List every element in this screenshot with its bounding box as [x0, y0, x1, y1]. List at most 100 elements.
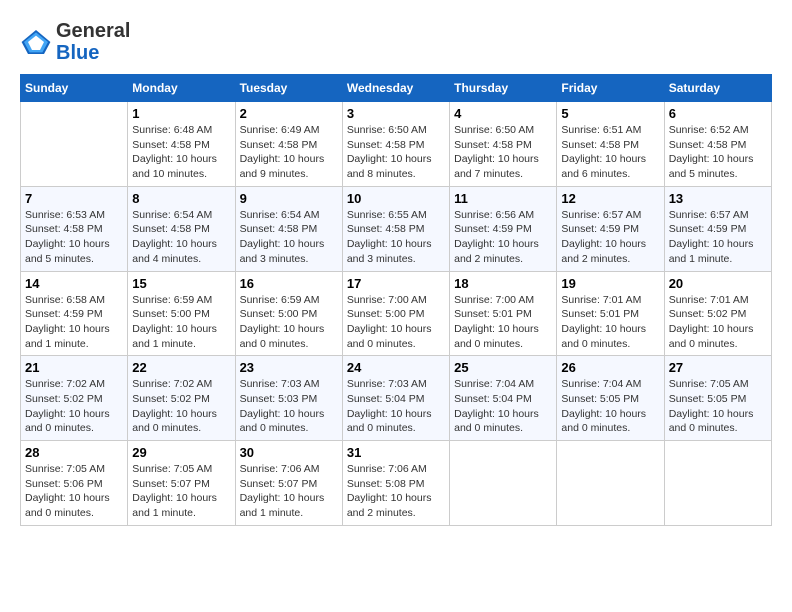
day-number: 18: [454, 276, 552, 291]
day-header-monday: Monday: [128, 75, 235, 102]
calendar-cell: 21 Sunrise: 7:02 AM Sunset: 5:02 PM Dayl…: [21, 356, 128, 441]
calendar-cell: 11 Sunrise: 6:56 AM Sunset: 4:59 PM Dayl…: [450, 186, 557, 271]
day-number: 20: [669, 276, 767, 291]
day-header-friday: Friday: [557, 75, 664, 102]
day-info: Sunrise: 6:57 AM Sunset: 4:59 PM Dayligh…: [669, 208, 767, 267]
calendar-cell: 19 Sunrise: 7:01 AM Sunset: 5:01 PM Dayl…: [557, 271, 664, 356]
day-info: Sunrise: 7:06 AM Sunset: 5:08 PM Dayligh…: [347, 462, 445, 521]
day-number: 31: [347, 445, 445, 460]
calendar-week-4: 21 Sunrise: 7:02 AM Sunset: 5:02 PM Dayl…: [21, 356, 772, 441]
day-info: Sunrise: 6:48 AM Sunset: 4:58 PM Dayligh…: [132, 123, 230, 182]
calendar-cell: 6 Sunrise: 6:52 AM Sunset: 4:58 PM Dayli…: [664, 102, 771, 187]
day-number: 22: [132, 360, 230, 375]
calendar-cell: 1 Sunrise: 6:48 AM Sunset: 4:58 PM Dayli…: [128, 102, 235, 187]
day-number: 1: [132, 106, 230, 121]
day-number: 9: [240, 191, 338, 206]
day-info: Sunrise: 7:01 AM Sunset: 5:02 PM Dayligh…: [669, 293, 767, 352]
calendar-week-1: 1 Sunrise: 6:48 AM Sunset: 4:58 PM Dayli…: [21, 102, 772, 187]
day-info: Sunrise: 7:06 AM Sunset: 5:07 PM Dayligh…: [240, 462, 338, 521]
day-number: 14: [25, 276, 123, 291]
day-number: 26: [561, 360, 659, 375]
calendar-cell: 18 Sunrise: 7:00 AM Sunset: 5:01 PM Dayl…: [450, 271, 557, 356]
day-number: 28: [25, 445, 123, 460]
calendar-cell: 13 Sunrise: 6:57 AM Sunset: 4:59 PM Dayl…: [664, 186, 771, 271]
day-number: 13: [669, 191, 767, 206]
logo-text: General Blue: [56, 20, 130, 64]
calendar-cell: 9 Sunrise: 6:54 AM Sunset: 4:58 PM Dayli…: [235, 186, 342, 271]
day-info: Sunrise: 7:02 AM Sunset: 5:02 PM Dayligh…: [132, 377, 230, 436]
day-number: 15: [132, 276, 230, 291]
day-info: Sunrise: 7:05 AM Sunset: 5:06 PM Dayligh…: [25, 462, 123, 521]
calendar-cell: [664, 441, 771, 526]
calendar-cell: 17 Sunrise: 7:00 AM Sunset: 5:00 PM Dayl…: [342, 271, 449, 356]
calendar-cell: 2 Sunrise: 6:49 AM Sunset: 4:58 PM Dayli…: [235, 102, 342, 187]
calendar-cell: 30 Sunrise: 7:06 AM Sunset: 5:07 PM Dayl…: [235, 441, 342, 526]
day-info: Sunrise: 7:04 AM Sunset: 5:05 PM Dayligh…: [561, 377, 659, 436]
day-number: 25: [454, 360, 552, 375]
calendar-cell: 31 Sunrise: 7:06 AM Sunset: 5:08 PM Dayl…: [342, 441, 449, 526]
day-number: 10: [347, 191, 445, 206]
calendar-cell: [450, 441, 557, 526]
calendar-cell: 28 Sunrise: 7:05 AM Sunset: 5:06 PM Dayl…: [21, 441, 128, 526]
logo: General Blue: [20, 20, 130, 64]
day-info: Sunrise: 6:54 AM Sunset: 4:58 PM Dayligh…: [240, 208, 338, 267]
day-info: Sunrise: 6:59 AM Sunset: 5:00 PM Dayligh…: [132, 293, 230, 352]
calendar-cell: 12 Sunrise: 6:57 AM Sunset: 4:59 PM Dayl…: [557, 186, 664, 271]
calendar-week-3: 14 Sunrise: 6:58 AM Sunset: 4:59 PM Dayl…: [21, 271, 772, 356]
calendar-header-row: SundayMondayTuesdayWednesdayThursdayFrid…: [21, 75, 772, 102]
day-info: Sunrise: 7:00 AM Sunset: 5:01 PM Dayligh…: [454, 293, 552, 352]
day-number: 3: [347, 106, 445, 121]
calendar-cell: 7 Sunrise: 6:53 AM Sunset: 4:58 PM Dayli…: [21, 186, 128, 271]
day-number: 8: [132, 191, 230, 206]
logo-icon: [20, 26, 52, 58]
day-number: 23: [240, 360, 338, 375]
day-info: Sunrise: 7:05 AM Sunset: 5:05 PM Dayligh…: [669, 377, 767, 436]
calendar-cell: 8 Sunrise: 6:54 AM Sunset: 4:58 PM Dayli…: [128, 186, 235, 271]
day-info: Sunrise: 7:01 AM Sunset: 5:01 PM Dayligh…: [561, 293, 659, 352]
day-number: 27: [669, 360, 767, 375]
calendar-cell: 3 Sunrise: 6:50 AM Sunset: 4:58 PM Dayli…: [342, 102, 449, 187]
calendar-week-5: 28 Sunrise: 7:05 AM Sunset: 5:06 PM Dayl…: [21, 441, 772, 526]
calendar-cell: 20 Sunrise: 7:01 AM Sunset: 5:02 PM Dayl…: [664, 271, 771, 356]
calendar-cell: 14 Sunrise: 6:58 AM Sunset: 4:59 PM Dayl…: [21, 271, 128, 356]
calendar-cell: 15 Sunrise: 6:59 AM Sunset: 5:00 PM Dayl…: [128, 271, 235, 356]
calendar-cell: [557, 441, 664, 526]
day-info: Sunrise: 6:51 AM Sunset: 4:58 PM Dayligh…: [561, 123, 659, 182]
day-number: 17: [347, 276, 445, 291]
calendar-week-2: 7 Sunrise: 6:53 AM Sunset: 4:58 PM Dayli…: [21, 186, 772, 271]
calendar-table: SundayMondayTuesdayWednesdayThursdayFrid…: [20, 74, 772, 526]
day-info: Sunrise: 7:00 AM Sunset: 5:00 PM Dayligh…: [347, 293, 445, 352]
day-number: 11: [454, 191, 552, 206]
day-header-tuesday: Tuesday: [235, 75, 342, 102]
calendar-cell: 10 Sunrise: 6:55 AM Sunset: 4:58 PM Dayl…: [342, 186, 449, 271]
day-number: 16: [240, 276, 338, 291]
calendar-cell: 27 Sunrise: 7:05 AM Sunset: 5:05 PM Dayl…: [664, 356, 771, 441]
day-number: 24: [347, 360, 445, 375]
day-info: Sunrise: 6:50 AM Sunset: 4:58 PM Dayligh…: [454, 123, 552, 182]
day-number: 21: [25, 360, 123, 375]
calendar-cell: 22 Sunrise: 7:02 AM Sunset: 5:02 PM Dayl…: [128, 356, 235, 441]
day-header-saturday: Saturday: [664, 75, 771, 102]
day-info: Sunrise: 6:49 AM Sunset: 4:58 PM Dayligh…: [240, 123, 338, 182]
day-info: Sunrise: 7:03 AM Sunset: 5:03 PM Dayligh…: [240, 377, 338, 436]
calendar-cell: 23 Sunrise: 7:03 AM Sunset: 5:03 PM Dayl…: [235, 356, 342, 441]
day-info: Sunrise: 6:53 AM Sunset: 4:58 PM Dayligh…: [25, 208, 123, 267]
day-number: 4: [454, 106, 552, 121]
day-info: Sunrise: 6:59 AM Sunset: 5:00 PM Dayligh…: [240, 293, 338, 352]
day-info: Sunrise: 6:54 AM Sunset: 4:58 PM Dayligh…: [132, 208, 230, 267]
calendar-cell: 25 Sunrise: 7:04 AM Sunset: 5:04 PM Dayl…: [450, 356, 557, 441]
day-info: Sunrise: 7:04 AM Sunset: 5:04 PM Dayligh…: [454, 377, 552, 436]
day-header-thursday: Thursday: [450, 75, 557, 102]
calendar-cell: 24 Sunrise: 7:03 AM Sunset: 5:04 PM Dayl…: [342, 356, 449, 441]
day-number: 19: [561, 276, 659, 291]
day-info: Sunrise: 6:58 AM Sunset: 4:59 PM Dayligh…: [25, 293, 123, 352]
day-info: Sunrise: 6:57 AM Sunset: 4:59 PM Dayligh…: [561, 208, 659, 267]
calendar-cell: 16 Sunrise: 6:59 AM Sunset: 5:00 PM Dayl…: [235, 271, 342, 356]
calendar-cell: [21, 102, 128, 187]
day-info: Sunrise: 6:52 AM Sunset: 4:58 PM Dayligh…: [669, 123, 767, 182]
day-info: Sunrise: 6:56 AM Sunset: 4:59 PM Dayligh…: [454, 208, 552, 267]
day-number: 7: [25, 191, 123, 206]
day-info: Sunrise: 6:55 AM Sunset: 4:58 PM Dayligh…: [347, 208, 445, 267]
day-number: 2: [240, 106, 338, 121]
day-info: Sunrise: 6:50 AM Sunset: 4:58 PM Dayligh…: [347, 123, 445, 182]
